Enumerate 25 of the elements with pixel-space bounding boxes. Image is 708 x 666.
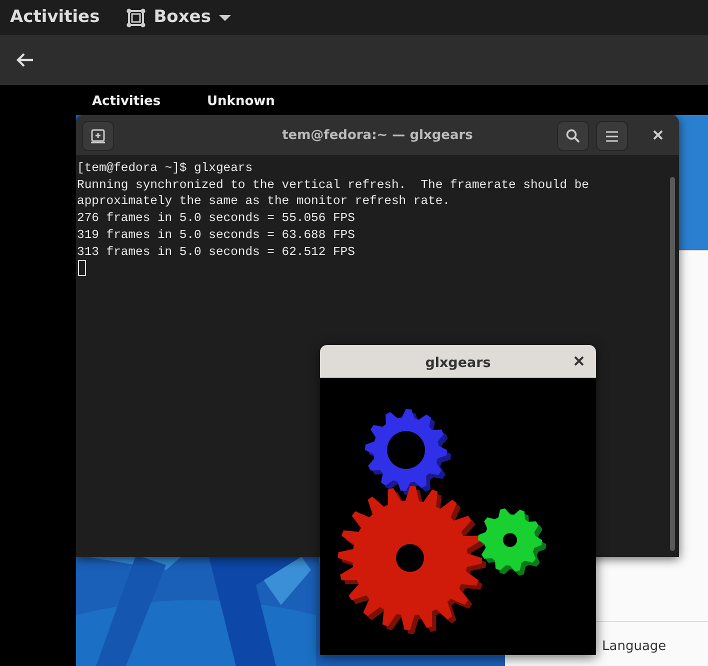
terminal-line: 319 frames in 5.0 seconds = 63.688 FPS: [77, 226, 355, 244]
menu-icon: [606, 130, 618, 142]
search-button[interactable]: [557, 121, 589, 151]
close-icon[interactable]: [574, 356, 584, 366]
search-icon: [566, 129, 580, 143]
list-item-label: Language: [602, 638, 666, 656]
terminal-line: approximately the same as the monitor refresh rate.: [77, 193, 450, 210]
app-menu[interactable]: Unknown: [207, 92, 275, 112]
activities-button[interactable]: Activities: [10, 4, 100, 30]
menu-button[interactable]: [596, 121, 628, 151]
new-tab-icon: [90, 128, 106, 144]
text-cursor: [78, 260, 86, 276]
boxes-icon: [126, 8, 146, 28]
caret-icon: [218, 14, 231, 22]
scrollbar[interactable]: [670, 177, 675, 551]
window-title: glxgears: [425, 355, 491, 371]
back-arrow-icon[interactable]: [16, 52, 34, 68]
terminal-line: 276 frames in 5.0 seconds = 55.056 FPS: [77, 210, 355, 227]
app-menu[interactable]: Boxes: [126, 4, 231, 30]
terminal-line: [tem@fedora ~]$ glxgears: [77, 160, 253, 177]
terminal-line: 313 frames in 5.0 seconds = 62.512 FPS: [77, 244, 355, 260]
window-title: tem@fedora:~ — glxgears: [282, 128, 473, 143]
terminal-line: Running synchronized to the vertical refresh. The framerate should be: [77, 176, 589, 194]
activities-button[interactable]: Activities: [92, 92, 161, 112]
new-tab-button[interactable]: [82, 121, 114, 151]
